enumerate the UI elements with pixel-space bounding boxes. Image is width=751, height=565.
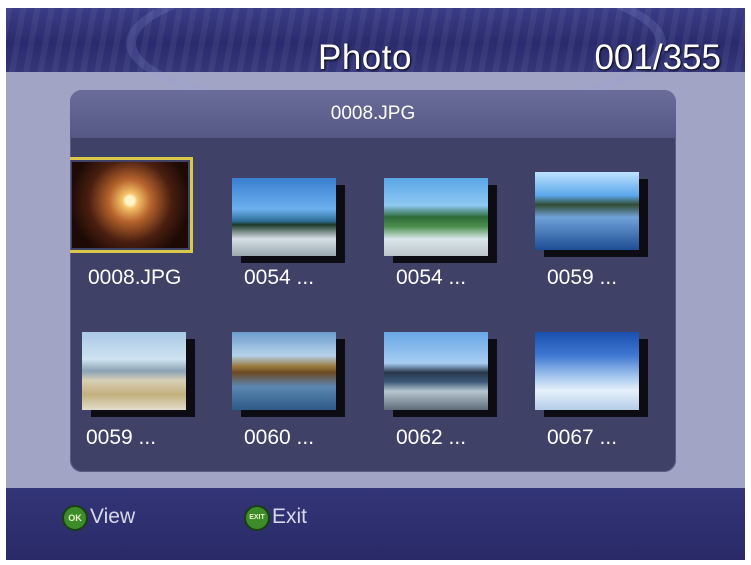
- thumbnail-label: 0062 ...: [396, 426, 467, 449]
- tropical-beach-thumbnail-icon: [384, 178, 488, 256]
- exit-label: Exit: [272, 505, 308, 528]
- thumbnail-label: 0059 ...: [86, 426, 157, 449]
- shore-boulder-thumbnail-icon: [82, 332, 186, 410]
- thumbnail-item[interactable]: 0059 ...: [80, 316, 220, 472]
- lake-reflection-thumbnail-icon: [535, 172, 639, 250]
- thumbnail-item[interactable]: 0008.JPG: [70, 156, 210, 316]
- beach-rocks-thumbnail-icon: [232, 178, 336, 256]
- exit-button-icon: EXIT: [244, 505, 270, 531]
- photo-browser-screen: Photo 001/355 0008.JPG 0008.JPG 0054 ...…: [6, 8, 745, 560]
- waves-rocks-thumbnail-icon: [384, 332, 488, 410]
- page-title: Photo: [318, 38, 412, 77]
- thumbnail-item[interactable]: 0067 ...: [533, 316, 673, 472]
- thumbnail-label: 0067 ...: [547, 426, 618, 449]
- thumbnail-label: 0054 ...: [244, 266, 315, 289]
- thumbnail-item[interactable]: 0062 ...: [382, 316, 522, 472]
- fireworks-thumbnail-icon: [70, 157, 193, 253]
- sunset-water-thumbnail-icon: [232, 332, 336, 410]
- ok-button-icon: OK: [62, 505, 88, 531]
- clouds-sky-thumbnail-icon: [535, 332, 639, 410]
- thumbnail-item[interactable]: 0060 ...: [230, 316, 370, 472]
- thumbnail-item[interactable]: 0054 ...: [382, 156, 522, 316]
- photo-counter: 001/355: [594, 38, 721, 77]
- thumbnail-panel: 0008.JPG 0008.JPG 0054 ... 0054 ... 0059…: [70, 90, 676, 472]
- thumbnail-label: 0060 ...: [244, 426, 315, 449]
- header-bar: Photo 001/355: [6, 8, 745, 118]
- thumbnail-label: 0054 ...: [396, 266, 467, 289]
- thumbnail-item[interactable]: 0059 ...: [533, 156, 673, 316]
- current-filename: 0008.JPG: [330, 103, 416, 124]
- thumbnail-item[interactable]: 0054 ...: [230, 156, 370, 316]
- footer-bar: OK View EXIT Exit: [6, 488, 745, 560]
- thumbnail-label: 0008.JPG: [88, 266, 182, 289]
- view-label: View: [90, 505, 136, 528]
- thumbnail-label: 0059 ...: [547, 266, 618, 289]
